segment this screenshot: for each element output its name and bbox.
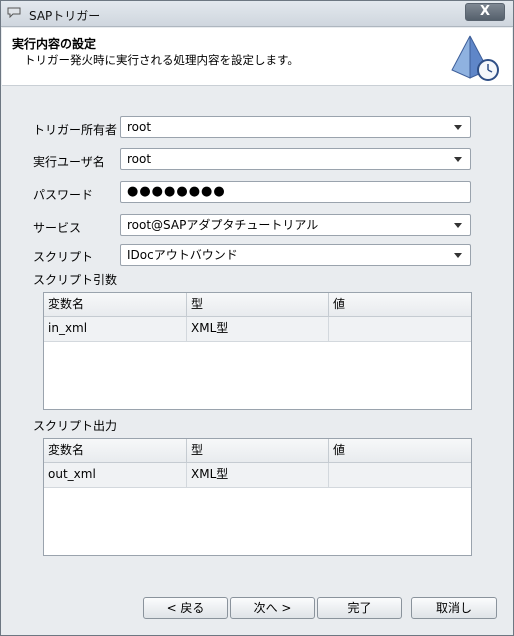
window-title: SAPトリガー	[29, 9, 101, 23]
script-output-label: スクリプト出力	[33, 419, 118, 433]
column-header-name[interactable]: 変数名	[44, 293, 187, 317]
cancel-button[interactable]: 取消し	[411, 597, 497, 619]
service-select[interactable]: root@SAPアダプタチュートリアル	[120, 214, 471, 236]
finish-button[interactable]: 完了	[317, 597, 402, 619]
table-row[interactable]: in_xml XML型	[44, 317, 471, 342]
cell-name: in_xml	[44, 317, 187, 341]
column-header-name[interactable]: 変数名	[44, 439, 187, 463]
table-row[interactable]: out_xml XML型	[44, 463, 471, 488]
cell-value[interactable]	[329, 463, 471, 487]
cell-name: out_xml	[44, 463, 187, 487]
service-label: サービス	[33, 221, 82, 235]
password-label: パスワード	[33, 188, 94, 202]
speech-bubble-icon	[7, 7, 21, 18]
script-args-label: スクリプト引数	[33, 273, 118, 287]
close-button[interactable]: X	[465, 3, 505, 21]
next-button[interactable]: 次へ >	[230, 597, 315, 619]
form-area: トリガー所有者 root 実行ユーザ名 root パスワード ●●●●●●●● …	[2, 87, 512, 635]
exec-user-select[interactable]: root	[120, 148, 471, 170]
cell-value[interactable]	[329, 317, 471, 341]
title-bar: SAPトリガー X	[1, 1, 513, 27]
cell-type: XML型	[187, 317, 329, 341]
column-header-type[interactable]: 型	[187, 293, 329, 317]
script-output-table[interactable]: 変数名 型 値 out_xml XML型	[43, 438, 472, 556]
page-title: 実行内容の設定	[12, 37, 97, 51]
table-header: 変数名 型 値	[44, 293, 471, 317]
password-field[interactable]: ●●●●●●●●	[120, 181, 471, 203]
owner-select[interactable]: root	[120, 116, 471, 138]
column-header-type[interactable]: 型	[187, 439, 329, 463]
table-header: 変数名 型 値	[44, 439, 471, 463]
back-button[interactable]: < 戻る	[143, 597, 228, 619]
page-description: トリガー発火時に実行される処理内容を設定します。	[24, 53, 299, 67]
script-label: スクリプト	[33, 250, 94, 264]
column-header-value[interactable]: 値	[329, 293, 471, 317]
script-select[interactable]: IDocアウトバウンド	[120, 244, 471, 266]
column-header-value[interactable]: 値	[329, 439, 471, 463]
cell-type: XML型	[187, 463, 329, 487]
owner-label: トリガー所有者	[33, 123, 118, 137]
exec-user-label: 実行ユーザ名	[33, 155, 105, 169]
header-panel: 実行内容の設定 トリガー発火時に実行される処理内容を設定します。	[2, 28, 512, 86]
script-args-table[interactable]: 変数名 型 値 in_xml XML型	[43, 292, 472, 410]
pyramid-clock-icon	[451, 35, 499, 81]
dialog-window: SAPトリガー X 実行内容の設定 トリガー発火時に実行される処理内容を設定しま…	[0, 0, 514, 636]
